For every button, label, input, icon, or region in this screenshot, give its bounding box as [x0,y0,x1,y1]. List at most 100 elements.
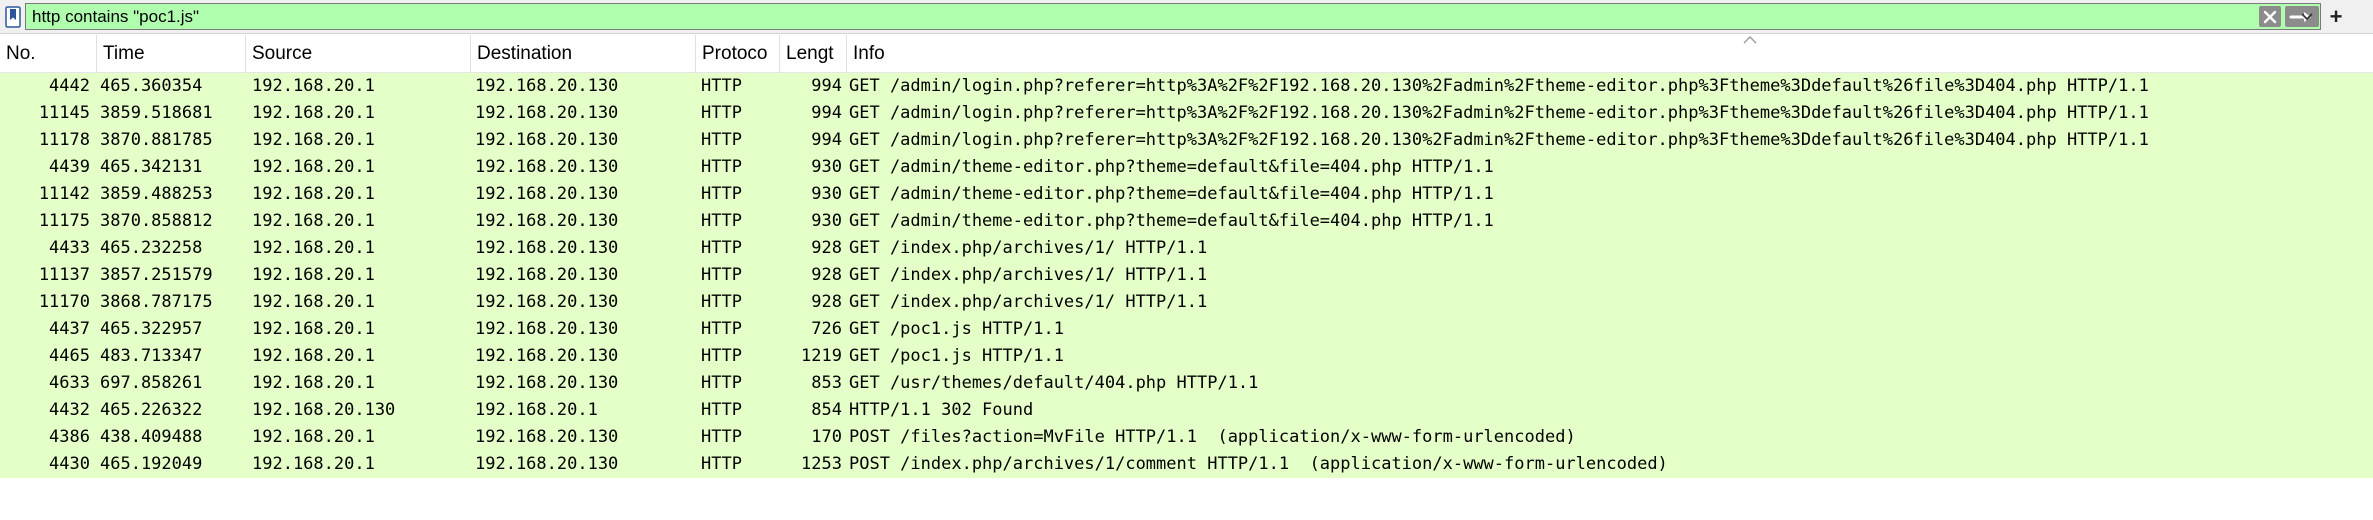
packet-source: 192.168.20.1 [252,238,375,258]
packet-number: 4633 [49,373,90,393]
packet-number: 11142 [38,184,90,204]
packet-destination: 192.168.20.130 [475,292,619,312]
packet-source: 192.168.20.1 [252,319,375,339]
packet-row[interactable]: 4432 465.226322 192.168.20.130 192.168.2… [0,397,2373,424]
packet-row[interactable]: 4442 465.360354 192.168.20.1 192.168.20.… [0,73,2373,100]
column-header-length[interactable]: Lengt [780,35,847,73]
packet-info: POST /files?action=MvFile HTTP/1.1 (appl… [849,427,1576,447]
packet-row[interactable]: 4433 465.232258 192.168.20.1 192.168.20.… [0,235,2373,262]
packet-length: 994 [811,76,842,96]
column-header-time[interactable]: Time [97,35,246,73]
packet-row[interactable]: 11175 3870.858812 192.168.20.1 192.168.2… [0,208,2373,235]
packet-destination: 192.168.20.130 [475,346,619,366]
packet-info: GET /usr/themes/default/404.php HTTP/1.1 [849,373,1259,393]
packet-time: 483.713347 [100,346,203,366]
bookmark-icon [5,5,21,28]
chevron-down-icon [2301,12,2313,20]
packet-length: 930 [811,157,842,177]
packet-number: 11145 [38,103,90,123]
packet-info: GET /admin/login.php?referer=http%3A%2F%… [849,103,2149,123]
packet-length: 930 [811,211,842,231]
packet-destination: 192.168.20.130 [475,319,619,339]
packet-source: 192.168.20.1 [252,211,375,231]
packet-info: GET /index.php/archives/1/ HTTP/1.1 [849,265,1208,285]
packet-source: 192.168.20.1 [252,76,375,96]
packet-length: 1253 [801,454,842,474]
packet-time: 3859.518681 [100,103,213,123]
packet-length: 928 [811,238,842,258]
packet-protocol: HTTP [701,238,742,258]
packet-row[interactable]: 4430 465.192049 192.168.20.1 192.168.20.… [0,451,2373,478]
clear-filter-button[interactable] [2259,6,2281,27]
wireshark-main-window: + No. Time Source Destination Protoco Le… [0,0,2373,520]
packet-destination: 192.168.20.1 [475,400,598,420]
packet-number: 4433 [49,238,90,258]
packet-length: 170 [811,427,842,447]
packet-info: GET /poc1.js HTTP/1.1 [849,346,1064,366]
packet-source: 192.168.20.130 [252,400,396,420]
packet-row[interactable]: 4439 465.342131 192.168.20.1 192.168.20.… [0,154,2373,181]
packet-source: 192.168.20.1 [252,454,375,474]
column-header-no[interactable]: No. [0,35,97,73]
packet-length: 994 [811,103,842,123]
packet-time: 3870.881785 [100,130,213,150]
column-header-destination[interactable]: Destination [471,35,696,73]
packet-destination: 192.168.20.130 [475,373,619,393]
packet-destination: 192.168.20.130 [475,184,619,204]
packet-row[interactable]: 4386 438.409488 192.168.20.1 192.168.20.… [0,424,2373,451]
add-filter-button[interactable]: + [2324,3,2348,30]
packet-number: 4432 [49,400,90,420]
packet-row[interactable]: 4465 483.713347 192.168.20.1 192.168.20.… [0,343,2373,370]
packet-number: 4437 [49,319,90,339]
packet-destination: 192.168.20.130 [475,454,619,474]
packet-info: GET /admin/login.php?referer=http%3A%2F%… [849,76,2149,96]
packet-destination: 192.168.20.130 [475,76,619,96]
packet-rows: 4442 465.360354 192.168.20.1 192.168.20.… [0,73,2373,478]
packet-source: 192.168.20.1 [252,373,375,393]
packet-time: 465.322957 [100,319,203,339]
packet-info: GET /poc1.js HTTP/1.1 [849,319,1064,339]
packet-row[interactable]: 11170 3868.787175 192.168.20.1 192.168.2… [0,289,2373,316]
packet-time: 3857.251579 [100,265,213,285]
packet-protocol: HTTP [701,346,742,366]
packet-number: 11175 [38,211,90,231]
packet-row[interactable]: 4437 465.322957 192.168.20.1 192.168.20.… [0,316,2373,343]
packet-time: 465.342131 [100,157,203,177]
packet-length: 928 [811,292,842,312]
packet-row[interactable]: 11142 3859.488253 192.168.20.1 192.168.2… [0,181,2373,208]
packet-source: 192.168.20.1 [252,292,375,312]
packet-source: 192.168.20.1 [252,130,375,150]
packet-number: 4465 [49,346,90,366]
column-header-info[interactable]: Info [847,35,2373,73]
packet-protocol: HTTP [701,454,742,474]
packet-number: 11170 [38,292,90,312]
packet-row[interactable]: 4633 697.858261 192.168.20.1 192.168.20.… [0,370,2373,397]
packet-destination: 192.168.20.130 [475,211,619,231]
display-filter-input[interactable] [32,4,2212,29]
display-filter-field [25,3,2321,30]
column-header-protocol[interactable]: Protoco [696,35,780,73]
packet-row[interactable]: 11137 3857.251579 192.168.20.1 192.168.2… [0,262,2373,289]
packet-info: GET /admin/theme-editor.php?theme=defaul… [849,184,1494,204]
packet-protocol: HTTP [701,211,742,231]
packet-list: No. Time Source Destination Protoco Leng… [0,35,2373,520]
filter-bookmark-button[interactable] [2,3,24,30]
packet-protocol: HTTP [701,184,742,204]
packet-destination: 192.168.20.130 [475,103,619,123]
packet-length: 726 [811,319,842,339]
packet-source: 192.168.20.1 [252,427,375,447]
packet-list-header: No. Time Source Destination Protoco Leng… [0,35,2373,73]
packet-time: 465.226322 [100,400,203,420]
packet-row[interactable]: 11178 3870.881785 192.168.20.1 192.168.2… [0,127,2373,154]
packet-length: 994 [811,130,842,150]
packet-row[interactable]: 11145 3859.518681 192.168.20.1 192.168.2… [0,100,2373,127]
packet-number: 11178 [38,130,90,150]
packet-info: GET /index.php/archives/1/ HTTP/1.1 [849,292,1208,312]
packet-length: 853 [811,373,842,393]
clear-x-icon [2263,10,2277,23]
packet-destination: 192.168.20.130 [475,265,619,285]
recent-filters-dropdown[interactable] [2296,3,2318,30]
packet-protocol: HTTP [701,373,742,393]
display-filter-toolbar: + [0,0,2373,34]
column-header-source[interactable]: Source [246,35,471,73]
